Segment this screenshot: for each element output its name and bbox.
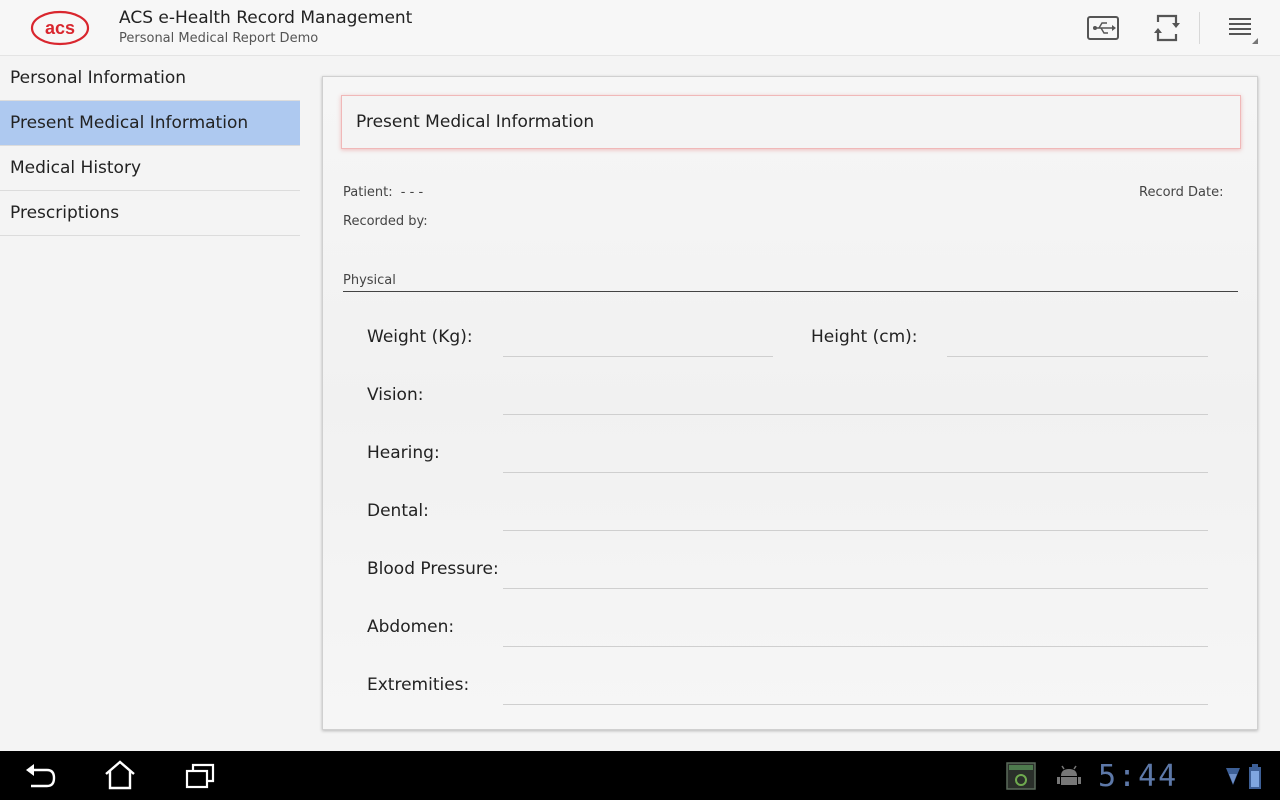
patient-label: Patient: — [343, 185, 393, 200]
content-card: Present Medical Information Patient: - -… — [322, 76, 1258, 730]
abdomen-label: Abdomen: — [367, 617, 455, 637]
blood-pressure-field[interactable] — [503, 567, 1208, 589]
title-block: ACS e-Health Record Management Personal … — [119, 7, 412, 49]
section-title: Present Medical Information — [356, 112, 595, 132]
sidebar-item-label: Personal Information — [10, 68, 187, 88]
physical-group-header: Physical — [343, 273, 1238, 292]
extremities-field[interactable] — [503, 683, 1208, 705]
wifi-icon — [1224, 765, 1242, 789]
record-date-label: Record Date: — [1139, 185, 1224, 200]
sidebar-item-label: Present Medical Information — [10, 113, 249, 133]
vision-label: Vision: — [367, 385, 424, 405]
sidebar-item-present-medical-information[interactable]: Present Medical Information — [0, 101, 300, 146]
section-header: Present Medical Information — [341, 95, 1241, 149]
height-label: Height (cm): — [811, 327, 918, 347]
sidebar-item-label: Medical History — [10, 158, 142, 178]
acs-logo: acs — [30, 10, 90, 46]
recent-apps-icon[interactable] — [182, 761, 218, 791]
clock: 5:44 — [1098, 759, 1179, 794]
blood-pressure-label: Blood Pressure: — [367, 559, 499, 579]
app-title: ACS e-Health Record Management — [119, 8, 413, 28]
action-bar: acs ACS e-Health Record Management Perso… — [0, 0, 1280, 56]
abdomen-field[interactable] — [503, 625, 1208, 647]
sidebar-item-medical-history[interactable]: Medical History — [0, 146, 300, 191]
debug-android-icon — [1056, 765, 1082, 787]
patient-value: - - - — [400, 185, 424, 200]
dental-field[interactable] — [503, 509, 1208, 531]
back-icon[interactable] — [22, 761, 58, 791]
vision-field[interactable] — [503, 393, 1208, 415]
physical-group-title: Physical — [343, 273, 396, 288]
screenshot-notification-icon[interactable] — [1006, 762, 1036, 790]
action-bar-divider — [1199, 12, 1200, 44]
usb-icon[interactable] — [1086, 12, 1120, 44]
sidebar-item-prescriptions[interactable]: Prescriptions — [0, 191, 300, 236]
system-bar: 5:44 — [0, 751, 1280, 800]
recorded-by-label: Recorded by: — [343, 214, 428, 229]
svg-text:acs: acs — [45, 18, 75, 38]
sidebar-item-personal-information[interactable]: Personal Information — [0, 56, 300, 101]
overflow-menu-icon[interactable] — [1224, 12, 1258, 44]
weight-field[interactable] — [503, 335, 773, 357]
weight-label: Weight (Kg): — [367, 327, 473, 347]
height-field[interactable] — [947, 335, 1208, 357]
dental-label: Dental: — [367, 501, 429, 521]
sidebar-item-label: Prescriptions — [10, 203, 120, 223]
hearing-field[interactable] — [503, 451, 1208, 473]
hearing-label: Hearing: — [367, 443, 440, 463]
patient-row: Patient: - - - — [343, 185, 423, 200]
app-subtitle: Personal Medical Report Demo — [119, 31, 319, 46]
home-icon[interactable] — [102, 759, 138, 791]
extremities-label: Extremities: — [367, 675, 470, 695]
sync-icon[interactable] — [1150, 12, 1184, 44]
sidebar: Personal Information Present Medical Inf… — [0, 56, 300, 751]
battery-icon — [1248, 763, 1262, 791]
